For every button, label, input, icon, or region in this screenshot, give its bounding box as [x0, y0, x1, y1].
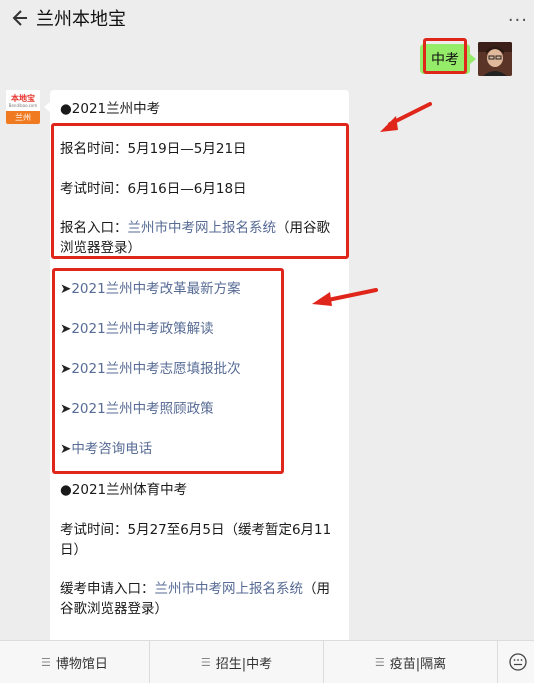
pe-exam-time-cont: 日） — [60, 542, 87, 558]
keyboard-icon[interactable] — [508, 653, 528, 671]
menu-icon: ☰ — [41, 655, 51, 669]
chat-header: 兰州本地宝 ··· — [0, 0, 534, 38]
user-avatar[interactable] — [478, 42, 512, 76]
more-dots-icon[interactable]: ··· — [508, 10, 528, 31]
highlight-box-exam-info — [51, 123, 349, 259]
deferral-system-link[interactable]: 兰州市中考网上报名系统 — [155, 581, 304, 597]
divider — [497, 641, 498, 683]
deferral-entry-note: （用 — [303, 581, 330, 597]
menu-tab-vaccine[interactable]: ☰ 疫苗|隔离 — [324, 641, 497, 683]
chat-title: 兰州本地宝 — [36, 9, 126, 30]
deferral-entry-note-cont: 谷歌浏览器登录） — [60, 601, 168, 617]
highlight-box-links — [52, 268, 284, 474]
menu-tab-enrollment[interactable]: ☰ 招生|中考 — [150, 641, 323, 683]
highlight-box-user-message — [423, 38, 467, 74]
avatar-site: Bendibao.com — [8, 102, 38, 108]
section-title-pe-exam: ●2021兰州体育中考 — [60, 482, 188, 498]
bottom-menu-bar: ☰ 博物馆日 ☰ 招生|中考 ☰ 疫苗|隔离 — [0, 640, 534, 683]
section-title-exam: ●2021兰州中考 — [60, 101, 161, 117]
back-arrow-icon[interactable] — [8, 6, 30, 30]
bot-avatar[interactable]: 本地宝 Bendibao.com 兰州 — [6, 90, 40, 124]
pe-exam-time: 考试时间：5月27至6月5日（缓考暂定6月11 — [60, 522, 332, 538]
menu-icon: ☰ — [200, 655, 211, 669]
menu-tab-museum-day[interactable]: ☰ 博物馆日 — [0, 641, 149, 683]
red-pointer-arrow-icon — [312, 288, 378, 306]
avatar-city: 兰州 — [6, 111, 40, 124]
menu-icon: ☰ — [374, 655, 385, 669]
red-pointer-arrow-icon — [380, 102, 432, 132]
deferral-entry-label: 缓考申请入口： — [60, 581, 155, 597]
avatar-brand: 本地宝 — [11, 93, 35, 103]
deferral-entry-line: 缓考申请入口：兰州市中考网上报名系统（用 — [60, 577, 330, 597]
